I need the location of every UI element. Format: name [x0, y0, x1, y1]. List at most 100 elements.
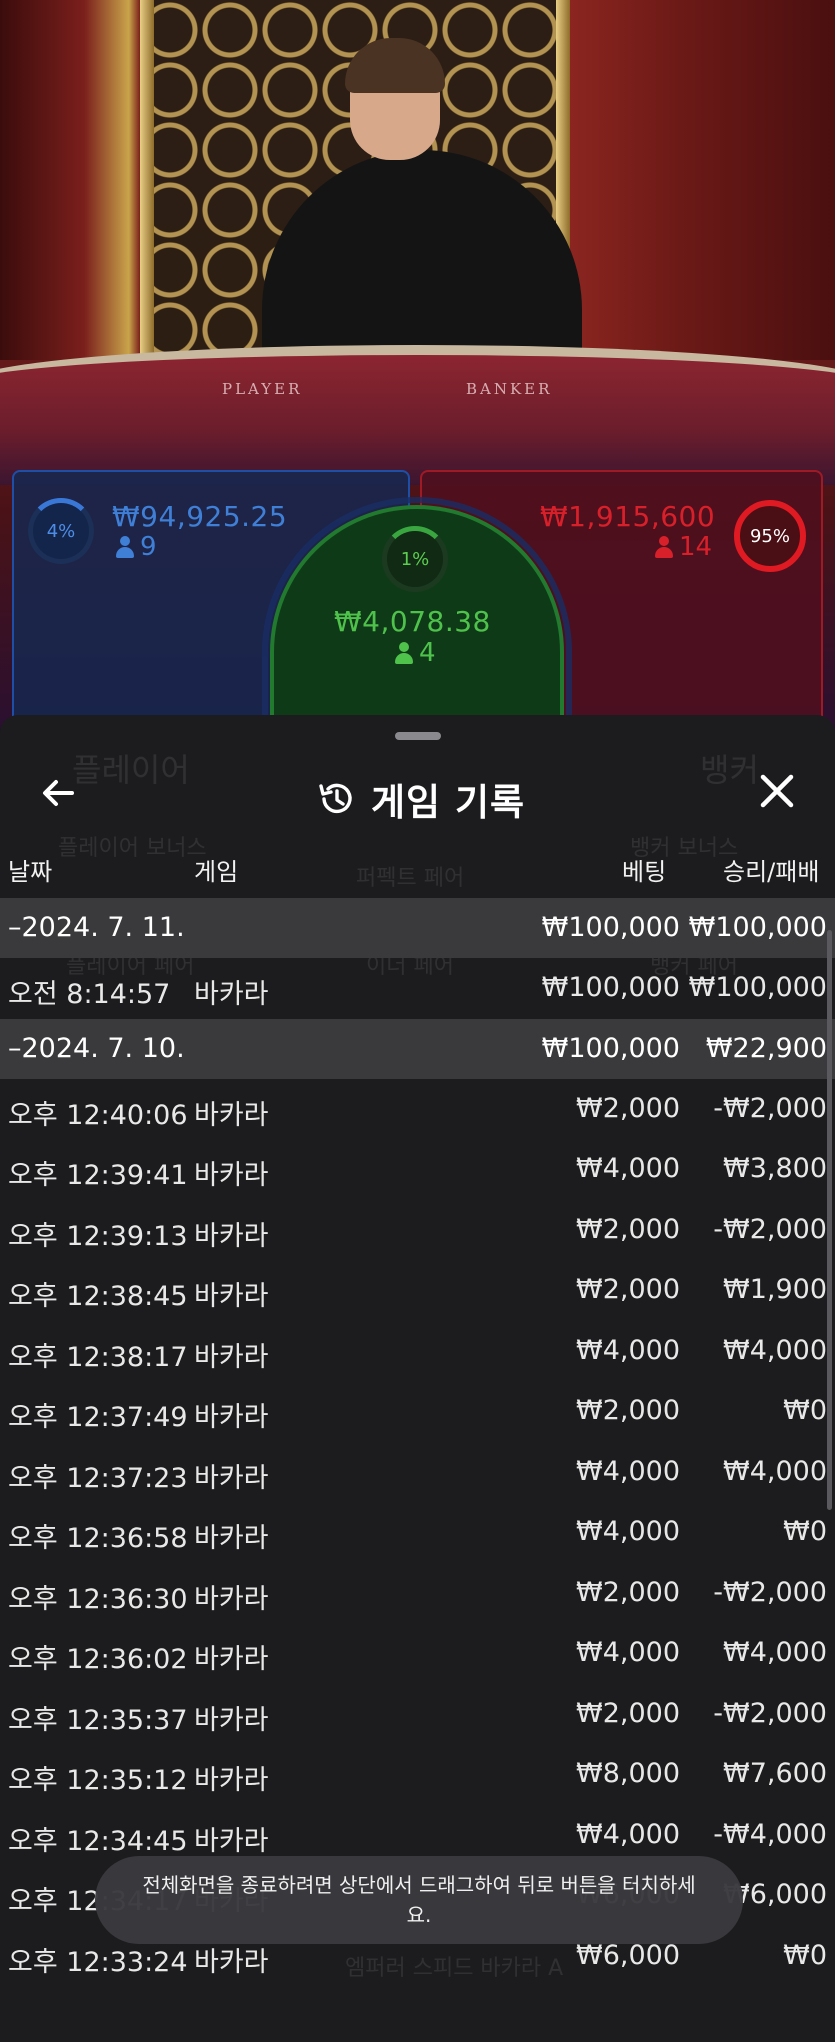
column-header-bet: 베팅 — [622, 858, 667, 886]
row-result: -₩2,000 — [713, 1213, 827, 1245]
history-date-group-row[interactable]: –2024. 7. 10. ₩100,000 ₩22,900 — [0, 1018, 835, 1079]
curtain-left — [0, 0, 140, 360]
row-game: 바카라 — [194, 1099, 269, 1131]
gold-pillar — [140, 0, 154, 360]
player-percent-gauge: 4% — [28, 498, 94, 564]
row-bet: ₩8,000 — [576, 1758, 680, 1789]
row-result: -₩4,000 — [713, 1818, 827, 1850]
row-time: 오후 12:40:06 — [8, 1099, 188, 1131]
row-date: –2024. 7. 10. — [8, 1032, 185, 1064]
arrow-left-icon[interactable] — [38, 773, 78, 813]
row-time: 오후 12:33:24 — [8, 1946, 188, 1978]
history-entry-row[interactable]: 오후 12:36:58 바카라 ₩4,000 ₩0 — [0, 1502, 835, 1563]
person-icon — [116, 536, 134, 558]
tie-percent-gauge: 1% — [382, 526, 448, 592]
close-x-icon[interactable] — [757, 771, 797, 811]
column-header-game: 게임 — [194, 858, 239, 886]
history-scrollbar[interactable] — [827, 930, 832, 1510]
baccarat-table — [0, 345, 835, 485]
history-title-group: 게임 기록 — [315, 772, 525, 826]
row-result: -₩2,000 — [713, 1576, 827, 1608]
history-entry-row[interactable]: 오후 12:39:41 바카라 ₩4,000 ₩3,800 — [0, 1139, 835, 1200]
banker-total-amount: ₩1,915,600 — [540, 500, 716, 533]
row-bet: ₩2,000 — [576, 1213, 680, 1245]
row-bet: ₩4,000 — [576, 1516, 680, 1547]
row-time: 오후 12:37:23 — [8, 1462, 188, 1494]
person-icon — [395, 642, 413, 664]
row-result: -₩2,000 — [713, 1092, 827, 1124]
row-time: 오후 12:39:41 — [8, 1160, 188, 1191]
row-bet: ₩4,000 — [576, 1637, 680, 1668]
row-result: ₩0 — [783, 1939, 827, 1971]
row-time: 오후 12:37:49 — [8, 1402, 188, 1433]
player-total-amount: ₩94,925.25 — [112, 500, 288, 533]
history-entry-row[interactable]: 오후 12:38:17 바카라 ₩4,000 ₩4,000 — [0, 1321, 835, 1382]
row-bet: ₩100,000 — [541, 912, 680, 943]
row-time: 오후 12:39:13 — [8, 1220, 188, 1252]
row-game: 바카라 — [194, 1462, 269, 1494]
row-bet: ₩2,000 — [576, 1395, 680, 1426]
history-entry-row[interactable]: 오후 12:37:49 바카라 ₩2,000 ₩0 — [0, 1381, 835, 1442]
page-title: 게임 기록 — [371, 781, 526, 824]
row-time: 오후 12:38:17 — [8, 1341, 188, 1373]
history-entry-row[interactable]: 오후 12:36:30 바카라 ₩2,000 -₩2,000 — [0, 1563, 835, 1624]
row-date: –2024. 7. 11. — [8, 912, 185, 943]
row-result: ₩3,800 — [723, 1153, 827, 1184]
toast-message: 전체화면을 종료하려면 상단에서 드래그하여 뒤로 버튼을 터치하세요. — [142, 1873, 696, 1927]
row-time: 오후 12:35:37 — [8, 1704, 188, 1736]
column-header-date: 날짜 — [8, 858, 53, 886]
row-game: 바카라 — [194, 1220, 269, 1252]
history-entry-row[interactable]: 오후 12:36:02 바카라 ₩4,000 ₩4,000 — [0, 1623, 835, 1684]
row-bet: ₩2,000 — [576, 1092, 680, 1124]
row-game: 바카라 — [194, 1946, 269, 1978]
history-entry-row[interactable]: 오전 8:14:57 바카라 ₩100,000 ₩100,000 — [0, 958, 835, 1019]
row-result: ₩0 — [783, 1395, 827, 1426]
history-entry-row[interactable]: 오후 12:37:23 바카라 ₩4,000 ₩4,000 — [0, 1442, 835, 1503]
row-result: -₩2,000 — [713, 1697, 827, 1729]
row-time: 오후 12:36:02 — [8, 1644, 188, 1675]
curtain-right — [570, 0, 835, 360]
player-bettor-count: 9 — [116, 532, 157, 562]
row-game: 바카라 — [194, 1644, 269, 1675]
row-game: 바카라 — [194, 1765, 269, 1796]
row-result: ₩4,000 — [723, 1334, 827, 1366]
history-entry-row[interactable]: 오후 12:38:45 바카라 ₩2,000 ₩1,900 — [0, 1260, 835, 1321]
row-time: 오후 12:38:45 — [8, 1281, 188, 1312]
row-time: 오전 8:14:57 — [8, 979, 171, 1010]
row-result: ₩100,000 — [688, 912, 827, 943]
row-result: ₩22,900 — [705, 1032, 827, 1064]
sheet-drag-handle[interactable] — [395, 732, 441, 740]
history-entry-row[interactable]: 오후 12:35:12 바카라 ₩8,000 ₩7,600 — [0, 1744, 835, 1805]
tie-total-amount: ₩4,078.38 — [334, 605, 491, 638]
table-label-player: PLAYER — [222, 380, 303, 398]
person-icon — [655, 536, 673, 558]
row-bet: ₩100,000 — [541, 972, 680, 1003]
history-entry-row[interactable]: 오후 12:39:13 바카라 ₩2,000 -₩2,000 — [0, 1200, 835, 1261]
history-header: 게임 기록 — [0, 745, 835, 845]
row-result: ₩100,000 — [688, 972, 827, 1003]
table-label-banker: BANKER — [466, 380, 553, 398]
row-bet: ₩2,000 — [576, 1697, 680, 1729]
row-result: ₩4,000 — [723, 1637, 827, 1668]
history-clock-icon — [319, 783, 352, 814]
history-entry-row[interactable]: 오후 12:40:06 바카라 ₩2,000 -₩2,000 — [0, 1079, 835, 1140]
row-game: 바카라 — [194, 1704, 269, 1736]
tie-bettor-count: 4 — [395, 638, 436, 668]
row-bet: ₩6,000 — [576, 1939, 680, 1971]
row-bet: ₩4,000 — [576, 1334, 680, 1366]
history-date-group-row[interactable]: –2024. 7. 11. ₩100,000 ₩100,000 — [0, 898, 835, 958]
row-bet: ₩4,000 — [576, 1455, 680, 1487]
row-game: 바카라 — [194, 1281, 269, 1312]
row-bet: ₩4,000 — [576, 1818, 680, 1850]
row-time: 오후 12:36:30 — [8, 1583, 188, 1615]
row-game: 바카라 — [194, 1523, 269, 1554]
row-time: 오후 12:36:58 — [8, 1523, 188, 1554]
fullscreen-hint-toast: 전체화면을 종료하려면 상단에서 드래그하여 뒤로 버튼을 터치하세요. — [95, 1856, 743, 1944]
row-game: 바카라 — [194, 1583, 269, 1615]
banker-bettor-count: 14 — [655, 532, 712, 562]
row-result: ₩0 — [783, 1516, 827, 1547]
ghost-label-perfect-pair: 퍼펙트 페어 — [356, 866, 465, 891]
row-result: ₩4,000 — [723, 1455, 827, 1487]
history-table: –2024. 7. 11. ₩100,000 ₩100,000 오전 8:14:57 바… — [0, 898, 835, 1986]
history-entry-row[interactable]: 오후 12:35:37 바카라 ₩2,000 -₩2,000 — [0, 1684, 835, 1745]
